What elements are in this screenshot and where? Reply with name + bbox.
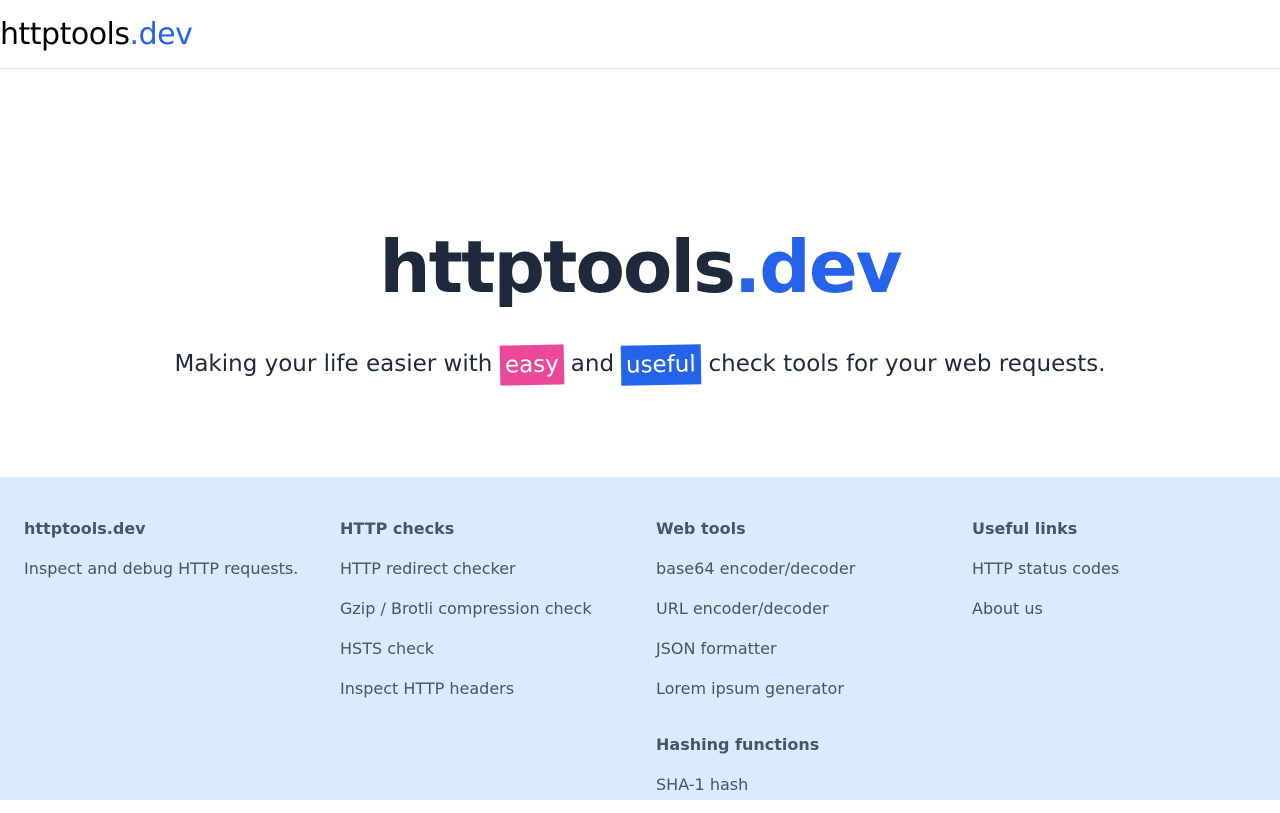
tagline-middle: and	[563, 351, 622, 377]
footer-column-web-tools: Web tools base64 encoder/decoder URL enc…	[656, 517, 956, 813]
footer-hashing-heading: Hashing functions	[656, 735, 820, 754]
footer-link-http-redirect-checker[interactable]: HTTP redirect checker	[340, 557, 640, 581]
brand-logo-link[interactable]: httptools.dev	[0, 16, 193, 54]
hero-section: httptools.dev Making your life easier wi…	[0, 69, 1280, 477]
footer-useful-links-heading: Useful links	[972, 519, 1078, 538]
brand-name: httptools	[0, 17, 130, 52]
top-navbar: httptools.dev	[0, 0, 1280, 69]
hero-tagline: Making your life easier with easy and us…	[0, 341, 1280, 387]
footer-link-about-us[interactable]: About us	[972, 597, 1272, 621]
footer-link-lorem-ipsum[interactable]: Lorem ipsum generator	[656, 677, 956, 701]
brand-tld: .dev	[129, 17, 193, 52]
footer-link-hsts-check[interactable]: HSTS check	[340, 637, 640, 661]
footer-link-inspect-headers[interactable]: Inspect HTTP headers	[340, 677, 640, 701]
footer-column-useful-links: Useful links HTTP status codes About us	[972, 517, 1272, 637]
hero-title-name: httptools	[379, 225, 736, 309]
site-footer: httptools.dev Inspect and debug HTTP req…	[0, 477, 1280, 800]
footer-about-text: Inspect and debug HTTP requests.	[24, 559, 299, 578]
hero-title: httptools.dev	[0, 221, 1280, 313]
highlight-useful: useful	[621, 343, 702, 386]
footer-http-checks-heading: HTTP checks	[340, 519, 455, 538]
footer-link-status-codes[interactable]: HTTP status codes	[972, 557, 1272, 581]
footer-web-tools-heading: Web tools	[656, 519, 746, 538]
tagline-after: check tools for your web requests.	[701, 351, 1106, 377]
footer-about-heading: httptools.dev	[24, 519, 146, 538]
footer-column-about: httptools.dev Inspect and debug HTTP req…	[24, 517, 324, 597]
footer-link-compression-check[interactable]: Gzip / Brotli compression check	[340, 597, 640, 621]
tagline-before: Making your life easier with	[174, 351, 500, 377]
highlight-easy: easy	[499, 343, 564, 386]
hero-title-tld: .dev	[733, 225, 903, 309]
footer-link-url-encoder[interactable]: URL encoder/decoder	[656, 597, 956, 621]
footer-link-base64[interactable]: base64 encoder/decoder	[656, 557, 956, 581]
footer-link-json-formatter[interactable]: JSON formatter	[656, 637, 956, 661]
footer-link-sha1[interactable]: SHA-1 hash	[656, 773, 956, 797]
footer-column-http-checks: HTTP checks HTTP redirect checker Gzip /…	[340, 517, 640, 717]
